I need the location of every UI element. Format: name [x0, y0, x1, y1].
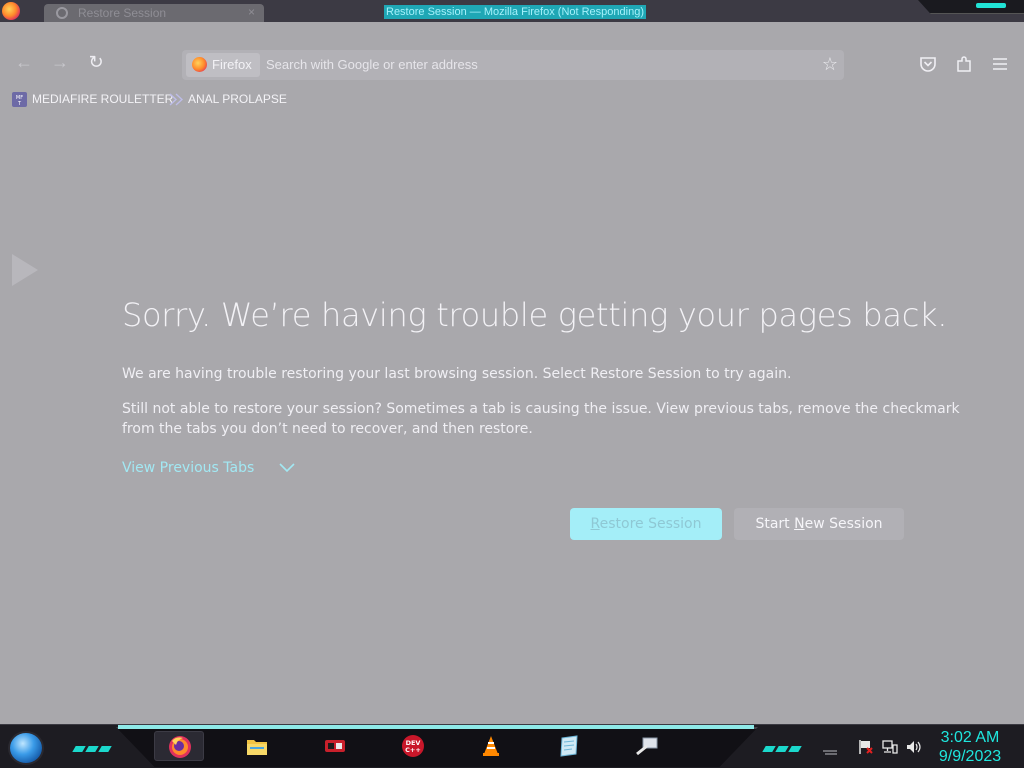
action-center-flag-icon[interactable]	[858, 739, 874, 755]
taskbar: DEV C++ 3:02 AM 9/9/2023	[0, 724, 1024, 768]
address-bar[interactable]: Firefox Search with Google or enter addr…	[182, 50, 844, 80]
tab-title: Restore Session	[78, 6, 167, 20]
taskbar-app-vlc[interactable]	[466, 731, 516, 761]
window-titlebar[interactable]: Restore Session × Restore Session — Mozi…	[0, 0, 1024, 22]
window-caption-indicator[interactable]	[976, 3, 1006, 8]
identity-box[interactable]: Firefox	[186, 53, 260, 77]
page-title: Sorry. We’re having trouble getting your…	[122, 296, 948, 334]
extensions-icon[interactable]	[954, 54, 974, 74]
new-session-button-label: ew Session	[804, 516, 883, 532]
taskbar-clock[interactable]: 3:02 AM 9/9/2023	[930, 728, 1010, 766]
help-paragraph-line: from the tabs you don’t need to recover,…	[122, 421, 533, 437]
tab-restore-session[interactable]: Restore Session ×	[44, 4, 264, 22]
firefox-app-icon[interactable]	[2, 2, 20, 20]
mediafire-icon: MF T	[12, 92, 27, 107]
play-arrow-icon	[12, 254, 38, 286]
menu-icon[interactable]	[990, 54, 1010, 74]
restore-button-accesskey: R	[590, 516, 600, 532]
identity-label: Firefox	[212, 57, 252, 72]
clock-date: 9/9/2023	[938, 748, 1002, 765]
new-session-button-prefix: Start	[755, 516, 795, 532]
reload-icon[interactable]: ↻	[86, 52, 106, 72]
help-paragraph-line: Still not able to restore your session? …	[122, 401, 960, 417]
restore-button-label: estore Session	[599, 516, 702, 532]
network-icon[interactable]	[882, 739, 898, 755]
bookmark-item[interactable]: MF T MEDIAFIRE ROULETTER	[12, 90, 173, 108]
svg-text:C++: C++	[405, 746, 421, 754]
bookmark-star-icon[interactable]: ☆	[822, 54, 838, 75]
navigation-toolbar: ← → ↻ Firefox Search with Google or ente…	[0, 22, 1024, 86]
devcpp-icon: DEV C++	[402, 735, 424, 757]
pocket-icon[interactable]	[918, 54, 938, 74]
window-title: Restore Session — Mozilla Firefox (Not R…	[384, 5, 646, 19]
view-previous-tabs-link[interactable]: View Previous Tabs	[122, 460, 254, 476]
bookmark-item[interactable]: ANAL PROLAPSE	[168, 90, 287, 108]
bookmarks-toolbar: MF T MEDIAFIRE ROULETTER ANAL PROLAPSE	[0, 86, 1024, 112]
back-icon[interactable]: ←	[14, 52, 34, 72]
window-caption-frame	[918, 0, 1024, 14]
clock-time: 3:02 AM	[940, 729, 1000, 746]
start-new-session-button[interactable]: Start New Session	[734, 508, 904, 540]
bookmark-label: MEDIAFIRE ROULETTER	[32, 92, 174, 106]
remote-app-icon	[636, 737, 658, 756]
description-paragraph: We are having trouble restoring your las…	[122, 366, 792, 382]
taskbar-app-notepad[interactable]	[544, 731, 594, 761]
taskbar-app-explorer[interactable]	[232, 731, 282, 761]
tab-favicon-icon	[56, 7, 68, 19]
forward-icon[interactable]: →	[50, 52, 70, 72]
taskbar-app-media[interactable]	[310, 731, 360, 761]
restore-session-button[interactable]: Restore Session	[570, 508, 722, 540]
taskbar-app-devcpp[interactable]: DEV C++	[388, 731, 438, 761]
new-session-button-accesskey: N	[794, 516, 805, 532]
taskbar-decoration	[762, 739, 803, 752]
taskbar-decoration	[72, 739, 113, 752]
vlc-icon	[483, 736, 499, 756]
taskbar-app-remote[interactable]	[622, 731, 672, 761]
taskbar-app-firefox[interactable]	[154, 731, 204, 761]
bookmark-favicon	[169, 93, 183, 106]
volume-icon[interactable]	[906, 739, 922, 755]
notepad-icon	[560, 735, 578, 757]
chevron-down-icon[interactable]	[278, 462, 296, 474]
file-explorer-icon	[247, 740, 267, 755]
firefox-icon	[192, 57, 207, 72]
start-button[interactable]	[8, 731, 44, 765]
firefox-icon	[169, 736, 191, 758]
dock-highlight	[118, 725, 754, 729]
tab-close-icon[interactable]: ×	[248, 5, 255, 19]
media-app-icon	[325, 740, 345, 752]
bookmark-label: ANAL PROLAPSE	[188, 92, 287, 106]
url-placeholder[interactable]: Search with Google or enter address	[266, 57, 478, 72]
page-content: Sorry. We’re having trouble getting your…	[0, 112, 1024, 724]
show-hidden-icons-icon[interactable]	[822, 741, 838, 757]
